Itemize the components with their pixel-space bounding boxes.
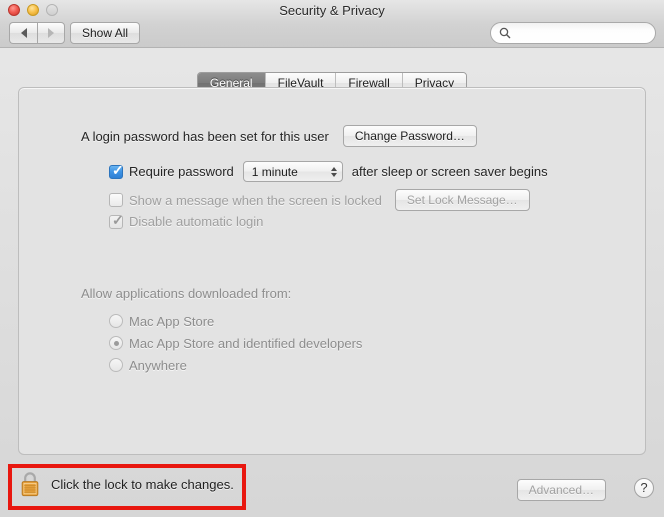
show-lock-message-checkbox xyxy=(109,193,123,207)
allow-apps-radio-group: Mac App Store Mac App Store and identifi… xyxy=(109,310,362,376)
forward-button xyxy=(37,22,65,44)
window-title: Security & Privacy xyxy=(279,3,385,18)
checkmark-icon: ✓ xyxy=(112,211,124,228)
radio-option-anywhere: Anywhere xyxy=(109,354,362,376)
stepper-icon xyxy=(330,166,337,177)
back-button[interactable] xyxy=(9,22,37,44)
require-password-checkbox[interactable]: ✓ xyxy=(109,161,124,179)
require-password-label: Require password xyxy=(129,164,234,179)
general-pane: A login password has been set for this u… xyxy=(18,87,646,455)
search-icon xyxy=(499,27,511,39)
change-password-button[interactable]: Change Password… xyxy=(342,125,477,147)
search-input[interactable] xyxy=(516,26,646,40)
lock-row[interactable]: Click the lock to make changes. xyxy=(18,470,234,498)
show-lock-message-row: Show a message when the screen is locked… xyxy=(109,189,530,211)
disable-automatic-login-row: ✓ Disable automatic login xyxy=(109,211,264,229)
disable-automatic-login-checkbox: ✓ xyxy=(109,211,124,229)
show-all-button[interactable]: Show All xyxy=(70,22,141,44)
require-password-row: ✓ Require password 1 minute after sleep … xyxy=(109,161,548,182)
security-privacy-window: Security & Privacy Show All General File… xyxy=(0,0,664,517)
sleep-delay-popup[interactable]: 1 minute xyxy=(242,161,343,182)
radio-label: Mac App Store xyxy=(129,313,215,329)
sleep-suffix-label: after sleep or screen saver begins xyxy=(351,164,548,179)
help-button[interactable]: ? xyxy=(634,478,654,498)
sleep-delay-value: 1 minute xyxy=(251,164,298,179)
radio-dot-icon xyxy=(113,340,119,346)
show-lock-message-label: Show a message when the screen is locked xyxy=(129,192,382,208)
lock-closed-icon[interactable] xyxy=(18,470,42,498)
radio-button xyxy=(109,314,123,328)
back-arrow-icon xyxy=(20,28,27,38)
login-password-label: A login password has been set for this u… xyxy=(81,128,329,144)
radio-label: Anywhere xyxy=(129,357,187,373)
login-password-row: A login password has been set for this u… xyxy=(81,125,477,147)
set-lock-message-button: Set Lock Message… xyxy=(394,189,530,211)
lock-status-text: Click the lock to make changes. xyxy=(51,476,234,492)
window-titlebar: Security & Privacy Show All xyxy=(0,0,664,48)
forward-arrow-icon xyxy=(48,28,54,38)
radio-option-mac-app-store: Mac App Store xyxy=(109,310,362,332)
advanced-button: Advanced… xyxy=(516,479,606,501)
checkmark-icon: ✓ xyxy=(112,161,124,178)
navigation-buttons xyxy=(9,22,65,44)
disable-automatic-login-label: Disable automatic login xyxy=(129,214,264,229)
search-field[interactable] xyxy=(490,22,656,44)
radio-option-identified-developers: Mac App Store and identified developers xyxy=(109,332,362,354)
allow-apps-heading: Allow applications downloaded from: xyxy=(81,286,292,301)
radio-button xyxy=(109,358,123,372)
radio-button-selected xyxy=(109,336,123,350)
radio-label: Mac App Store and identified developers xyxy=(129,335,363,351)
